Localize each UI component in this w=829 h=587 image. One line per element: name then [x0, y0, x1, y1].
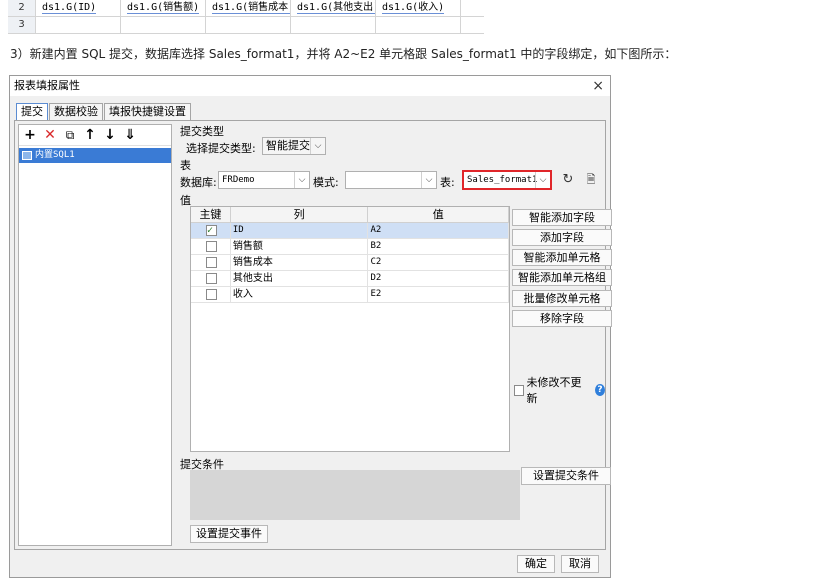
close-icon[interactable]: ×	[592, 76, 604, 96]
add-field-button[interactable]: 添加字段	[512, 229, 612, 246]
column-cell[interactable]: 收入	[231, 287, 369, 302]
smart-add-cell-button[interactable]: 智能添加单元格	[512, 249, 612, 266]
header-column[interactable]: 列	[231, 207, 369, 222]
unmodified-no-update-option: 未修改不更新 ?	[514, 374, 605, 406]
column-cell[interactable]: 销售成本	[231, 255, 369, 270]
primary-key-checkbox[interactable]	[205, 241, 217, 252]
help-icon[interactable]: ?	[594, 384, 605, 396]
field-binding-table: 主键 列 值 ID A2 销售额 B2 销售成本 C2	[190, 206, 510, 452]
schema-select[interactable]: ⌵	[345, 171, 437, 189]
tab-panel-submit: + ✕ ⧉ ↑ ↓ ⇓ 内置SQL1 提交类型 选择提交类型: 智能提交 ⌵ 表…	[14, 120, 612, 550]
instruction-caption: 3）新建内置 SQL 提交，数据库选择 Sales_format1，并将 A2~…	[10, 47, 677, 61]
primary-key-checkbox[interactable]	[205, 223, 217, 238]
cell-a2[interactable]: ds1.G(ID)	[36, 0, 121, 16]
primary-key-checkbox[interactable]	[205, 257, 217, 268]
cell-e3[interactable]	[376, 17, 461, 33]
preview-icon[interactable]: 🗎	[582, 171, 600, 189]
cell-e2[interactable]: ds1.G(收入)	[376, 0, 461, 16]
sheet-row-2: 2 ds1.G(ID) ds1.G(销售额) ds1.G(销售成本) ds1.G…	[8, 0, 484, 17]
column-cell[interactable]: 销售额	[231, 239, 369, 254]
set-submit-event-button[interactable]: 设置提交事件	[190, 525, 268, 543]
batch-modify-cell-button[interactable]: 批量修改单元格	[512, 290, 612, 307]
submit-condition-area	[190, 470, 520, 520]
list-item-label: 内置SQL1	[35, 150, 75, 160]
value-cell[interactable]: A2	[368, 223, 509, 238]
unmodified-no-update-label: 未修改不更新	[526, 376, 582, 405]
table-select[interactable]: Sales_format1 ⌵	[462, 170, 552, 190]
smart-add-cell-group-button[interactable]: 智能添加单元格组	[512, 269, 612, 286]
value-cell[interactable]: E2	[368, 287, 509, 302]
submit-type-label: 选择提交类型:	[186, 142, 256, 155]
spreadsheet-fragment: 2 ds1.G(ID) ds1.G(销售额) ds1.G(销售成本) ds1.G…	[8, 0, 484, 34]
table-section-title: 表	[180, 159, 191, 172]
sheet-row-3: 3	[8, 17, 484, 34]
table-header: 主键 列 值	[191, 207, 509, 223]
chevron-down-icon: ⌵	[535, 172, 550, 188]
chevron-down-icon: ⌵	[421, 172, 436, 188]
table-row[interactable]: 收入 E2	[191, 287, 509, 303]
cancel-button[interactable]: 取消	[561, 555, 599, 573]
move-bottom-icon[interactable]: ⇓	[123, 126, 137, 144]
database-icon	[22, 151, 32, 160]
smart-add-field-button[interactable]: 智能添加字段	[512, 209, 612, 226]
report-fill-properties-dialog: 报表填报属性 × 提交 数据校验 填报快捷键设置 + ✕ ⧉ ↑ ↓ ⇓ 内置S…	[9, 75, 612, 578]
tab-submit[interactable]: 提交	[16, 103, 48, 120]
table-row[interactable]: 销售额 B2	[191, 239, 509, 255]
primary-key-checkbox[interactable]	[205, 273, 217, 284]
cell-d2[interactable]: ds1.G(其他支出)	[291, 0, 376, 16]
header-value[interactable]: 值	[368, 207, 509, 222]
submit-list-pane: + ✕ ⧉ ↑ ↓ ⇓ 内置SQL1	[18, 124, 172, 546]
table-row[interactable]: 销售成本 C2	[191, 255, 509, 271]
submit-type-select[interactable]: 智能提交 ⌵	[262, 137, 326, 155]
cell-a3[interactable]	[36, 17, 121, 33]
cell-b3[interactable]	[121, 17, 206, 33]
delete-icon[interactable]: ✕	[43, 126, 57, 144]
set-submit-condition-button[interactable]: 设置提交条件	[521, 467, 611, 485]
unmodified-no-update-checkbox[interactable]	[514, 384, 524, 396]
remove-field-button[interactable]: 移除字段	[512, 310, 612, 327]
dialog-title: 报表填报属性	[14, 79, 80, 92]
move-up-icon[interactable]: ↑	[83, 126, 97, 144]
row-number: 2	[8, 0, 36, 16]
submit-config-pane: 提交类型 选择提交类型: 智能提交 ⌵ 表 数据库: FRDemo ⌵ 模式: …	[178, 121, 612, 549]
tab-shortcut-settings[interactable]: 填报快捷键设置	[104, 103, 191, 120]
chevron-down-icon: ⌵	[294, 172, 309, 188]
cell-d3[interactable]	[291, 17, 376, 33]
tab-data-validation[interactable]: 数据校验	[49, 103, 103, 120]
cell-c2[interactable]: ds1.G(销售成本)	[206, 0, 291, 16]
cell-c3[interactable]	[206, 17, 291, 33]
pane-splitter[interactable]	[174, 124, 177, 546]
tab-bar: 提交 数据校验 填报快捷键设置	[16, 103, 192, 120]
refresh-icon[interactable]: ↻	[559, 171, 577, 189]
column-cell[interactable]: 其他支出	[231, 271, 369, 286]
add-icon[interactable]: +	[23, 126, 37, 144]
cell-b2[interactable]: ds1.G(销售额)	[121, 0, 206, 16]
primary-key-checkbox[interactable]	[205, 289, 217, 300]
schema-label: 模式:	[313, 176, 339, 189]
submit-type-section-title: 提交类型	[180, 125, 224, 138]
chevron-down-icon: ⌵	[310, 138, 325, 154]
list-toolbar: + ✕ ⧉ ↑ ↓ ⇓	[19, 125, 171, 146]
dialog-title-bar: 报表填报属性 ×	[10, 76, 610, 96]
header-primary-key[interactable]: 主键	[191, 207, 231, 222]
ok-button[interactable]: 确定	[517, 555, 555, 573]
value-cell[interactable]: D2	[368, 271, 509, 286]
database-select[interactable]: FRDemo ⌵	[218, 171, 310, 189]
table-row[interactable]: 其他支出 D2	[191, 271, 509, 287]
list-item-builtin-sql[interactable]: 内置SQL1	[19, 148, 171, 163]
table-row[interactable]: ID A2	[191, 223, 509, 239]
move-down-icon[interactable]: ↓	[103, 126, 117, 144]
copy-icon[interactable]: ⧉	[63, 126, 77, 144]
value-cell[interactable]: C2	[368, 255, 509, 270]
column-cell[interactable]: ID	[231, 223, 369, 238]
database-label: 数据库:	[180, 176, 217, 189]
table-label: 表:	[440, 176, 455, 189]
row-number: 3	[8, 17, 36, 33]
value-cell[interactable]: B2	[368, 239, 509, 254]
